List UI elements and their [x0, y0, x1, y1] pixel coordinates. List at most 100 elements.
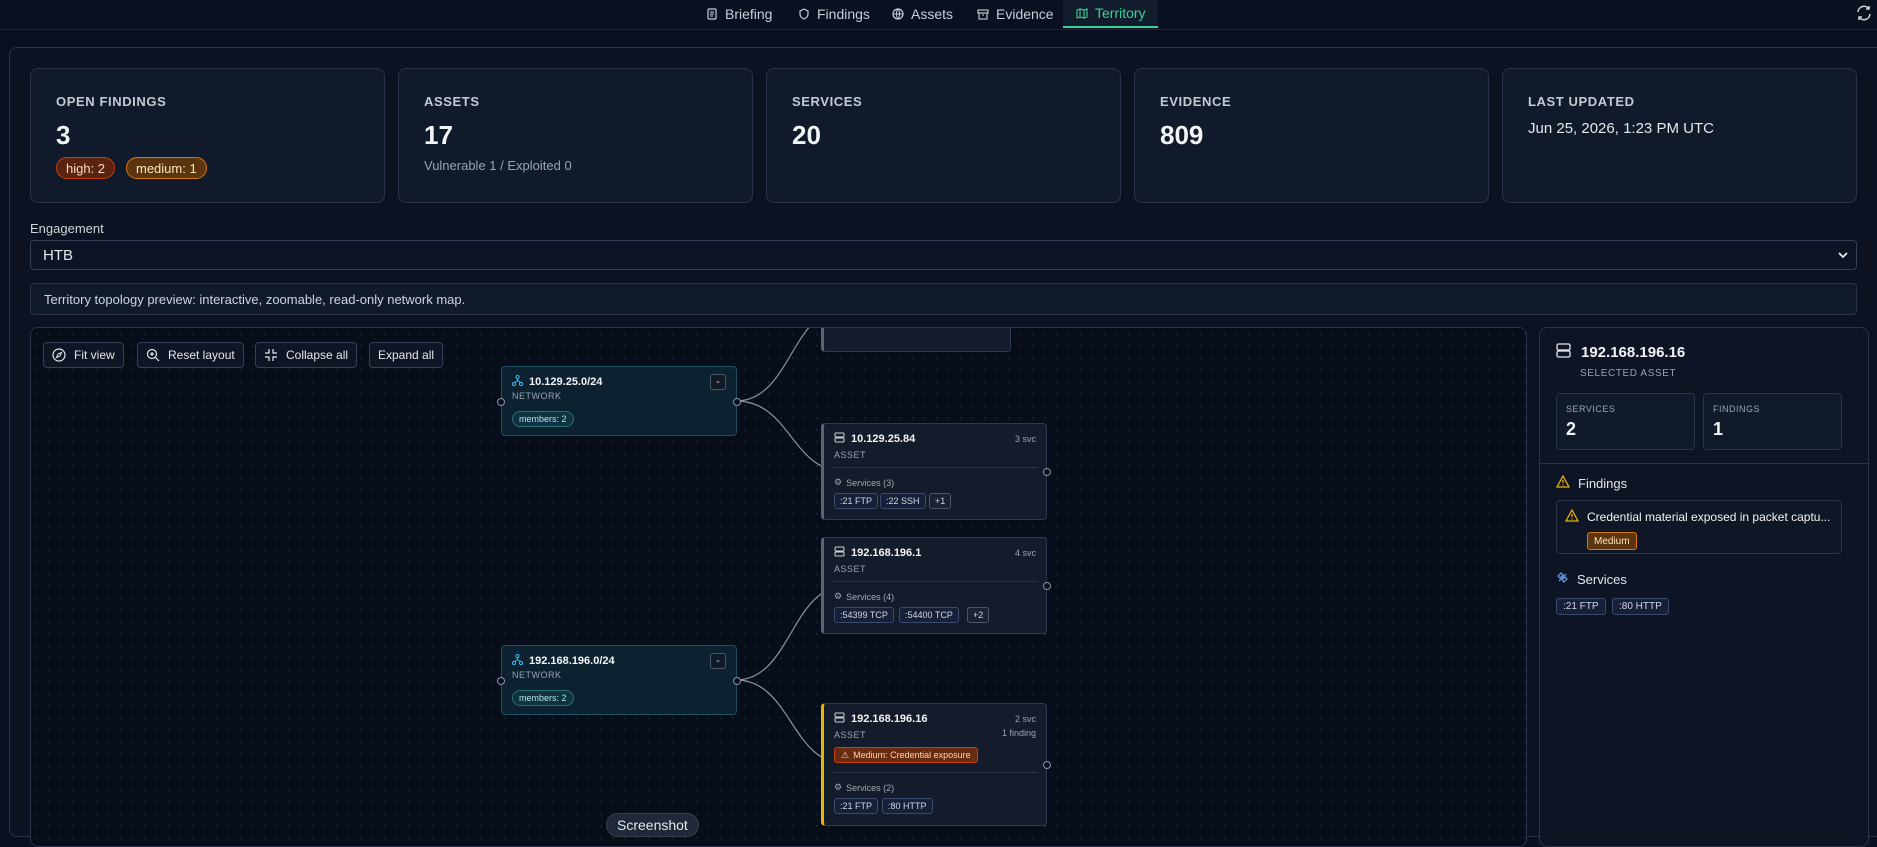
top-nav: Briefing Findings Assets Evidence Territ… — [0, 0, 1877, 30]
finding-title: Credential material exposed in packet ca… — [1564, 508, 1830, 525]
asset-node[interactable]: 192.168.196.1 ASSET 4 svc ⚙ Services (4)… — [821, 537, 1051, 634]
tab-territory[interactable]: Territory — [1063, 0, 1158, 28]
chevron-down-icon — [1836, 248, 1850, 262]
last-updated-card: LAST UPDATED Jun 25, 2026, 1:23 PM UTC — [1502, 68, 1857, 203]
evidence-card: EVIDENCE 809 — [1134, 68, 1489, 203]
service-chip[interactable]: :21 FTP — [834, 493, 879, 509]
archive-icon — [976, 7, 990, 21]
output-port[interactable] — [733, 677, 741, 685]
detail-title: 192.168.196.16 — [1556, 343, 1685, 362]
service-chip[interactable]: :80 HTTP — [1612, 598, 1669, 615]
node-divider — [832, 581, 1038, 582]
compass-icon — [52, 348, 66, 362]
asset-title: 10.129.25.84 — [834, 432, 915, 446]
output-port[interactable] — [1043, 761, 1051, 769]
network-node[interactable]: 10.129.25.0/24 NETWORK members: 2 - — [497, 366, 741, 436]
service-chip[interactable]: :54400 TCP — [899, 607, 959, 623]
node-divider — [832, 467, 1038, 468]
finding-item[interactable]: Credential material exposed in packet ca… — [1556, 500, 1842, 554]
input-port[interactable] — [497, 398, 505, 406]
service-chip[interactable]: :21 FTP — [834, 798, 879, 814]
collapse-node-button[interactable]: - — [710, 374, 726, 390]
engagement-select[interactable]: HTB — [30, 240, 1857, 270]
asset-node-partial[interactable] — [821, 328, 1011, 352]
stat-label: SERVICES — [1566, 404, 1616, 414]
service-chip[interactable]: :21 FTP — [1556, 598, 1606, 615]
services-heading-label: Services — [1577, 571, 1627, 587]
findings-icon — [797, 7, 811, 21]
service-chip[interactable]: :54399 TCP — [834, 607, 894, 623]
severity-badge: Medium — [1587, 532, 1637, 550]
input-port[interactable] — [497, 677, 505, 685]
server-icon — [834, 546, 845, 560]
services-stat: SERVICES 2 — [1556, 393, 1695, 450]
server-icon — [834, 432, 845, 446]
output-port[interactable] — [733, 398, 741, 406]
refresh-icon[interactable] — [1855, 4, 1873, 22]
tab-label: Evidence — [996, 6, 1054, 22]
stat-label: FINDINGS — [1713, 404, 1761, 414]
tab-label: Assets — [911, 6, 954, 22]
card-value: 809 — [1160, 120, 1204, 150]
tab-briefing[interactable]: Briefing — [705, 0, 772, 28]
members-badge: members: 2 — [512, 690, 574, 706]
findings-stat: FINDINGS 1 — [1703, 393, 1842, 450]
plug-icon — [1556, 571, 1569, 587]
server-icon — [1556, 343, 1571, 362]
output-port[interactable] — [1043, 468, 1051, 476]
services-heading-label: Services (2) — [846, 782, 895, 793]
services-heading: ⚙ Services (2) — [834, 782, 894, 793]
network-node[interactable]: 192.168.196.0/24 NETWORK members: 2 - — [497, 645, 741, 715]
map-icon — [1075, 6, 1089, 20]
node-kind: ASSET — [834, 564, 867, 574]
network-label: 192.168.196.0/24 — [529, 655, 615, 667]
more-services-chip[interactable]: +2 — [967, 607, 990, 623]
warning-icon — [1555, 474, 1571, 491]
tab-assets[interactable]: Assets — [891, 0, 953, 28]
collapse-all-button[interactable]: Collapse all — [255, 342, 358, 368]
card-value: 17 — [424, 120, 453, 150]
services-heading-label: Services (3) — [846, 477, 895, 488]
services-card: SERVICES 20 — [766, 68, 1121, 203]
network-title: 192.168.196.0/24 — [511, 653, 615, 668]
warning-icon — [1564, 508, 1580, 525]
network-label: 10.129.25.0/24 — [529, 376, 603, 388]
network-icon — [511, 653, 524, 668]
finding-warning-chip[interactable]: ⚠ Medium: Credential exposure — [834, 747, 978, 763]
service-chip[interactable]: :80 HTTP — [882, 798, 933, 814]
members-badge: members: 2 — [512, 411, 574, 427]
network-title: 10.129.25.0/24 — [511, 374, 603, 389]
medium-severity-badge: medium: 1 — [126, 157, 207, 179]
reset-layout-button[interactable]: Reset layout — [137, 342, 244, 368]
button-label: Expand all — [378, 348, 435, 362]
asset-node-selected[interactable]: 192.168.196.16 ASSET 2 svc 1 finding ⚠ M… — [821, 703, 1051, 826]
tab-findings[interactable]: Findings — [797, 0, 870, 28]
node-kind: NETWORK — [512, 670, 562, 680]
card-label: OPEN FINDINGS — [56, 94, 167, 109]
expand-all-button[interactable]: Expand all — [369, 342, 444, 368]
divider — [1540, 463, 1870, 464]
more-services-chip[interactable]: +1 — [929, 493, 952, 509]
node-kind: ASSET — [834, 450, 867, 460]
collapse-node-button[interactable]: - — [710, 653, 726, 669]
output-port[interactable] — [1043, 582, 1051, 590]
topology-canvas[interactable]: Fit view Reset layout Collapse all Expan… — [30, 327, 1527, 847]
tab-evidence[interactable]: Evidence — [976, 0, 1054, 28]
warning-icon: ⚠ — [841, 749, 850, 760]
card-label: ASSETS — [424, 94, 480, 109]
network-icon — [511, 374, 524, 389]
service-count: 3 svc — [1014, 434, 1036, 444]
button-label: Fit view — [74, 348, 115, 362]
plug-icon: ⚙ — [834, 477, 843, 487]
service-count: 4 svc — [1014, 548, 1036, 558]
asset-node[interactable]: 10.129.25.84 ASSET 3 svc ⚙ Services (3) … — [821, 423, 1051, 520]
services-heading: ⚙ Services (3) — [834, 477, 894, 488]
stat-value: 1 — [1713, 419, 1724, 439]
service-chip[interactable]: :22 SSH — [880, 493, 926, 509]
server-icon — [834, 712, 845, 726]
asset-label: 192.168.196.1 — [851, 547, 922, 559]
fit-view-button[interactable]: Fit view — [43, 342, 124, 368]
open-findings-card: OPEN FINDINGS 3 high: 2 medium: 1 — [30, 68, 385, 203]
assets-card: ASSETS 17 Vulnerable 1 / Exploited 0 — [398, 68, 753, 203]
services-heading-label: Services (4) — [846, 591, 895, 602]
